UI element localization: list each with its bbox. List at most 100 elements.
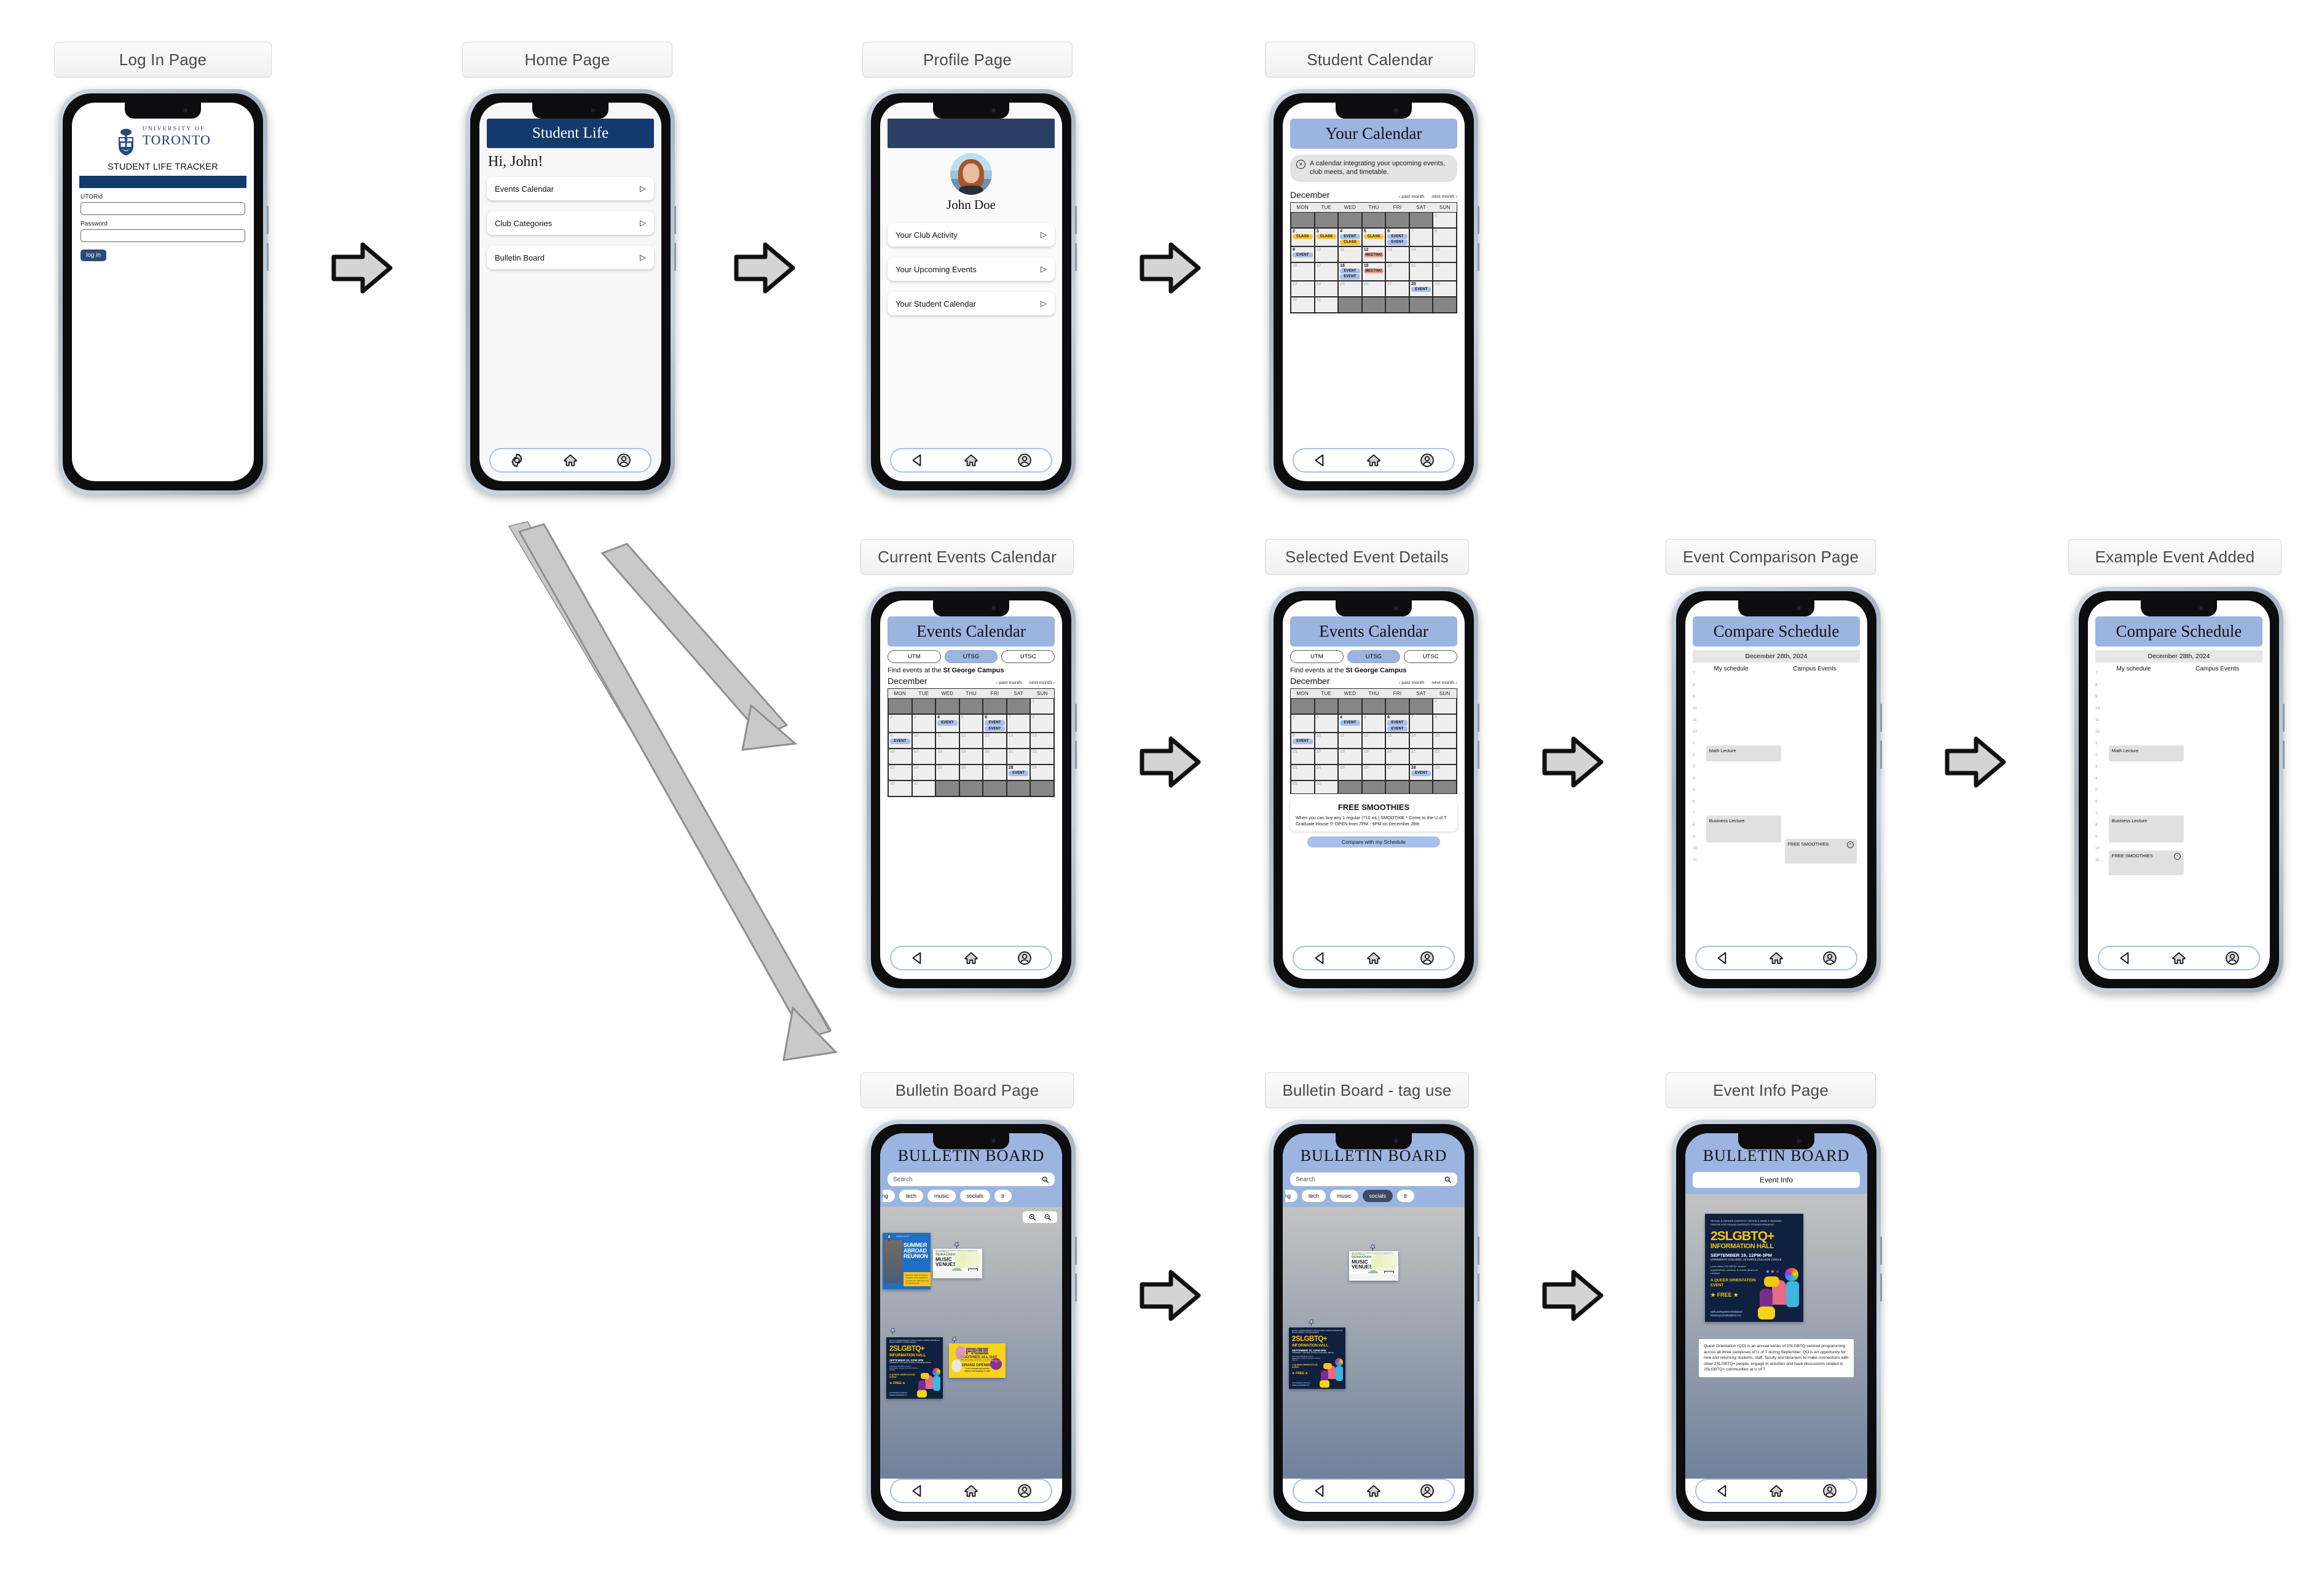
profile-item-upcoming-events[interactable]: Your Upcoming Events ▷ <box>888 257 1055 281</box>
back-icon[interactable] <box>2117 950 2133 966</box>
calendar-cell-16[interactable]: 16 <box>888 749 912 765</box>
home-icon[interactable] <box>963 452 979 468</box>
calendar-cell-2[interactable]: 2 CLASS <box>1291 227 1315 246</box>
calendar-cell-10[interactable]: 10 <box>911 733 936 749</box>
poster-music-venues[interactable]: THE UNIVERSITY OF TORONTO SCHOOL OF CITI… <box>933 1249 982 1278</box>
calendar-cell-11[interactable]: 11 <box>1338 733 1362 749</box>
calendar-cell-29[interactable]: 29 <box>1433 765 1457 781</box>
campus-tab-utsg[interactable]: UTSG <box>1347 650 1401 663</box>
calendar-cell-20[interactable]: 20 <box>1385 262 1409 281</box>
tag-socials-selected[interactable]: socials <box>1362 1190 1393 1202</box>
calendar-cell-28[interactable]: 28 EVENT <box>1409 765 1433 781</box>
tag-tech[interactable]: tech <box>1302 1190 1326 1202</box>
my-event-math-lecture[interactable]: Math Lecture <box>1706 745 1782 761</box>
home-icon[interactable] <box>1768 950 1784 966</box>
back-icon[interactable] <box>1312 1483 1328 1499</box>
tag-music[interactable]: music <box>927 1190 956 1202</box>
calendar-tag-event[interactable]: EVENT <box>1340 268 1360 274</box>
calendar-cell-3[interactable]: 3 CLASS <box>1314 227 1339 246</box>
calendar-cell-26[interactable]: 26 <box>959 765 983 781</box>
calendar-cell-29[interactable]: 29 <box>1030 765 1054 781</box>
calendar-cell-30[interactable]: 30 <box>888 780 912 797</box>
calendar-cell-6[interactable]: 6 EVENT EVENT <box>1385 227 1409 246</box>
calendar-cell-31[interactable]: 31 <box>1314 780 1339 793</box>
tag-tr[interactable]: tr <box>994 1190 1012 1202</box>
campus-event-free-smoothies[interactable]: FREE SMOOTHIES + <box>1784 839 1857 863</box>
calendar-cell-10[interactable]: 10 <box>1314 246 1339 262</box>
calendar-cell-5[interactable]: 5 CLASS <box>1361 227 1386 246</box>
calendar-cell-29[interactable]: 29 <box>1433 280 1457 297</box>
calendar-cell-27[interactable]: 27 <box>1385 280 1409 297</box>
calendar-cell-3[interactable]: 3 <box>1314 714 1339 733</box>
calendar-cell-1[interactable]: 1 <box>1030 698 1054 714</box>
calendar-cell-15[interactable]: 15 <box>1433 733 1457 749</box>
back-icon[interactable] <box>1715 950 1731 966</box>
back-icon[interactable] <box>1312 950 1328 966</box>
zoom-in-icon[interactable] <box>1028 1213 1036 1221</box>
calendar-tag-event[interactable]: EVENT <box>985 720 1005 726</box>
calendar-cell-16[interactable]: 16 <box>1291 749 1315 765</box>
my-event-math-lecture[interactable]: Math Lecture <box>2108 745 2184 761</box>
calendar-tag-event[interactable]: EVENT <box>1340 720 1360 726</box>
event-info-button[interactable]: Event Info <box>1693 1172 1860 1188</box>
search-icon[interactable] <box>1041 1176 1049 1184</box>
campus-tab-utsc[interactable]: UTSC <box>1001 650 1055 663</box>
calendar-cell-26[interactable]: 26 <box>1361 765 1386 781</box>
calendar-cell-10[interactable]: 10 <box>1314 733 1339 749</box>
calendar-cell-26[interactable]: 26 <box>1361 280 1386 297</box>
my-event-free-smoothies-added[interactable]: FREE SMOOTHIES − <box>2108 851 2184 875</box>
calendar-cell-23[interactable]: 23 <box>1291 280 1315 297</box>
my-event-business-lecture[interactable]: Business Lecture <box>2108 816 2184 843</box>
calendar-tag-class[interactable]: CLASS <box>1363 234 1384 240</box>
home-icon[interactable] <box>1366 1483 1382 1499</box>
calendar-cell-11[interactable]: 11 <box>1338 246 1362 262</box>
calendar-cell-6[interactable]: 6 EVENT EVENT <box>1385 714 1409 733</box>
calendar-tag-event[interactable]: EVENT <box>1387 726 1408 732</box>
next-month-button[interactable]: next month › <box>1431 680 1457 685</box>
calendar-tag-event[interactable]: EVENT <box>1293 252 1313 258</box>
login-button[interactable]: log in <box>81 249 106 261</box>
tag-socials[interactable]: socials <box>959 1190 991 1202</box>
calendar-tag-event[interactable]: EVENT <box>1411 771 1431 776</box>
password-input[interactable] <box>81 229 245 242</box>
calendar-cell-4[interactable]: 4 EVENT <box>935 714 959 733</box>
back-icon[interactable] <box>1312 452 1328 468</box>
tag-tech[interactable]: tech <box>899 1190 924 1202</box>
profile-icon[interactable] <box>616 452 632 468</box>
bulletin-board-canvas[interactable]: HIGHLIGHTS SUMMER ABROAD REUNION Student… <box>880 1207 1062 1479</box>
calendar-cell-19[interactable]: 19 <box>1361 749 1386 765</box>
campus-tab-utsg[interactable]: UTSG <box>944 650 998 663</box>
my-event-business-lecture[interactable]: Business Lecture <box>1706 816 1782 843</box>
calendar-cell-12[interactable]: 12 <box>1361 733 1386 749</box>
calendar-cell-1[interactable]: 1 <box>1433 211 1457 228</box>
calendar-tag-event[interactable]: EVENT <box>1387 234 1408 240</box>
calendar-tag-class[interactable]: CLASS <box>1316 234 1337 240</box>
calendar-cell-16[interactable]: 16 <box>1291 262 1315 281</box>
calendar-tag-event[interactable]: EVENT <box>1387 720 1408 726</box>
calendar-cell-8[interactable]: 8 <box>1030 714 1054 733</box>
calendar-cell-14[interactable]: 14 <box>1006 733 1031 749</box>
calendar-cell-19[interactable]: 19 MEETING <box>1361 262 1386 281</box>
calendar-cell-15[interactable]: 15 <box>1433 246 1457 262</box>
calendar-cell-17[interactable]: 17 <box>911 749 936 765</box>
menu-item-events-calendar[interactable]: Events Calendar ▷ <box>487 177 654 200</box>
calendar-cell-13[interactable]: 13 <box>983 733 1007 749</box>
calendar-cell-25[interactable]: 25 <box>935 765 959 781</box>
calendar-tag-event[interactable]: EVENT <box>890 739 910 744</box>
calendar-cell-22[interactable]: 22 <box>1030 749 1054 765</box>
calendar-tag-event[interactable]: EVENT <box>985 726 1005 732</box>
calendar-tag-event[interactable]: EVENT <box>937 720 958 726</box>
calendar-cell-7[interactable]: 7 <box>1409 227 1433 246</box>
calendar-cell-17[interactable]: 17 <box>1314 262 1339 281</box>
past-month-button[interactable]: ‹ past month <box>1399 194 1425 199</box>
calendar-cell-25[interactable]: 25 <box>1338 280 1362 297</box>
tag-ing[interactable]: ing <box>883 1190 896 1202</box>
next-month-button[interactable]: next month › <box>1029 680 1055 685</box>
calendar-cell-9[interactable]: 9 EVENT <box>1291 246 1315 262</box>
calendar-cell-28[interactable]: 28 EVENT <box>1409 280 1433 297</box>
back-icon[interactable] <box>910 950 926 966</box>
search-input[interactable]: Search <box>1290 1173 1457 1186</box>
calendar-tag-event[interactable]: EVENT <box>1340 274 1360 280</box>
home-icon[interactable] <box>562 452 578 468</box>
tag-tr[interactable]: tr <box>1397 1190 1414 1202</box>
